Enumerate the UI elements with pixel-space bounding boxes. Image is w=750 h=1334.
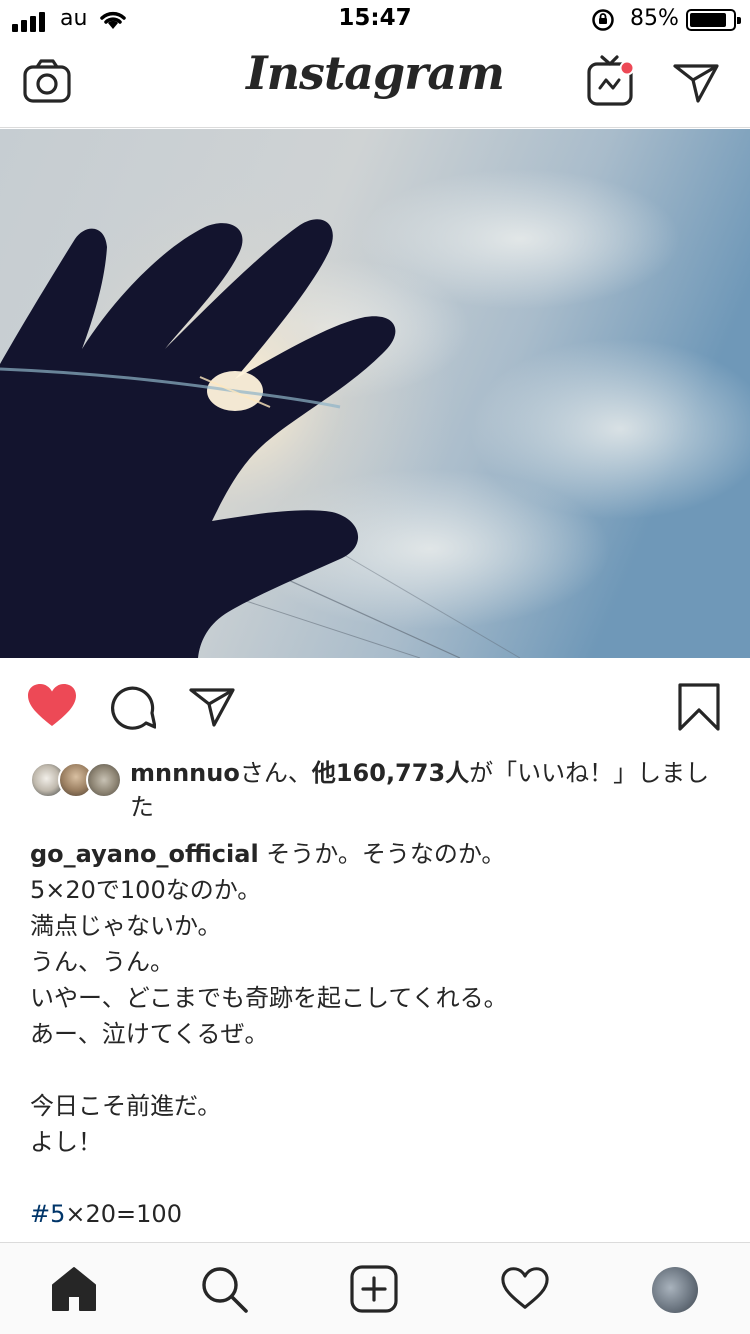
likes-row[interactable]: mnnnuoさん、他160,773人が「いいね！」しました: [30, 756, 730, 826]
status-bar: au 15:47 85%: [0, 0, 750, 40]
app-header: Instagram: [0, 40, 750, 128]
battery-icon: [686, 9, 741, 31]
post-actions: [0, 658, 750, 756]
liker-avatar: [86, 762, 122, 798]
hashtag-rest: ×20=100: [65, 1200, 182, 1228]
home-icon[interactable]: [50, 1265, 98, 1313]
caption-username[interactable]: go_ayano_official: [30, 840, 259, 868]
igtv-icon[interactable]: [586, 54, 638, 108]
battery-percentage: 85%: [630, 6, 679, 31]
post-caption: go_ayano_official そうか。そうなのか。 5×20で100なのか…: [30, 836, 730, 1160]
likes-text: mnnnuoさん、他160,773人が「いいね！」しました: [130, 756, 730, 824]
caption-text: そうか。そうなのか。 5×20で100なのか。 満点じゃないか。 うん、うん。 …: [30, 840, 508, 1156]
activity-heart-icon[interactable]: [500, 1265, 550, 1311]
bookmark-icon[interactable]: [676, 682, 722, 732]
direct-message-icon[interactable]: [672, 60, 720, 104]
hashtag-link[interactable]: #5: [30, 1200, 65, 1228]
bottom-tab-bar: [0, 1242, 750, 1334]
orientation-lock-icon: [592, 9, 614, 31]
likes-joiner: さん、: [239, 759, 312, 787]
profile-avatar[interactable]: [652, 1267, 698, 1313]
post-image[interactable]: [0, 129, 750, 658]
likes-count[interactable]: 他160,773人: [312, 759, 469, 787]
share-icon[interactable]: [188, 684, 236, 728]
caption-hashtag-line: #5×20=100: [30, 1196, 182, 1232]
search-icon[interactable]: [200, 1265, 250, 1315]
liker-avatars: [30, 762, 122, 798]
post-photo-hand-against-sky: [0, 129, 750, 658]
heart-filled-icon[interactable]: [26, 682, 78, 728]
add-post-icon[interactable]: [350, 1265, 398, 1313]
liker-username[interactable]: mnnnuo: [130, 759, 240, 787]
comment-icon[interactable]: [108, 684, 156, 730]
